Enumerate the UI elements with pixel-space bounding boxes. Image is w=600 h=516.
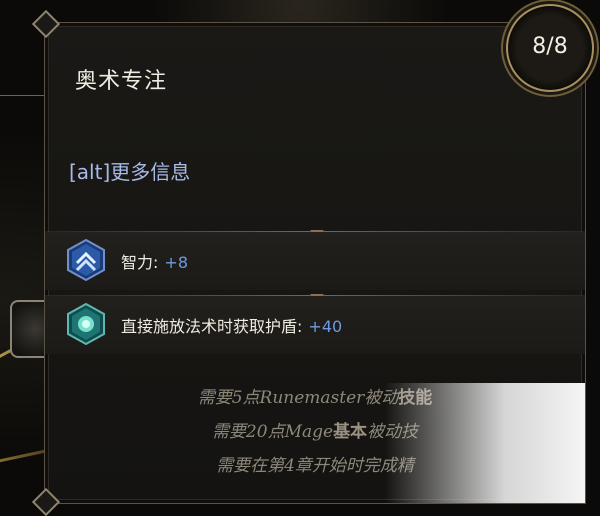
more-info-hint: [alt]更多信息	[69, 160, 191, 184]
intelligence-chevron-icon	[67, 239, 105, 281]
background-divider	[0, 95, 45, 96]
requirement-text: 需要5点Runemaster被动	[197, 388, 399, 408]
stat-text: 直接施放法术时获取护盾: +40	[121, 313, 342, 337]
stat-label: 智力:	[121, 253, 159, 272]
stat-label: 直接施放法术时获取护盾:	[121, 317, 303, 336]
stat-row: 直接施放法术时获取护盾: +40	[45, 296, 585, 354]
counter-text: 8/8	[532, 34, 568, 59]
requirement-emphasis: 基本	[333, 422, 368, 442]
watermark-fade	[385, 383, 585, 503]
stat-value: +8	[164, 253, 188, 272]
stat-value: +40	[308, 317, 343, 336]
skill-tooltip-panel: 奥术专注 [alt]更多信息 智力: +8 直接施放法术时获取护盾: +40 需要5…	[31, 9, 586, 516]
requirement-text: 需要20点Mage	[211, 422, 334, 442]
skill-points-counter: 8/8	[506, 4, 594, 92]
stat-text: 智力: +8	[121, 249, 188, 273]
stat-row: 智力: +8	[45, 232, 585, 290]
skill-title: 奥术专注	[75, 69, 168, 94]
shield-gem-icon	[67, 303, 105, 345]
